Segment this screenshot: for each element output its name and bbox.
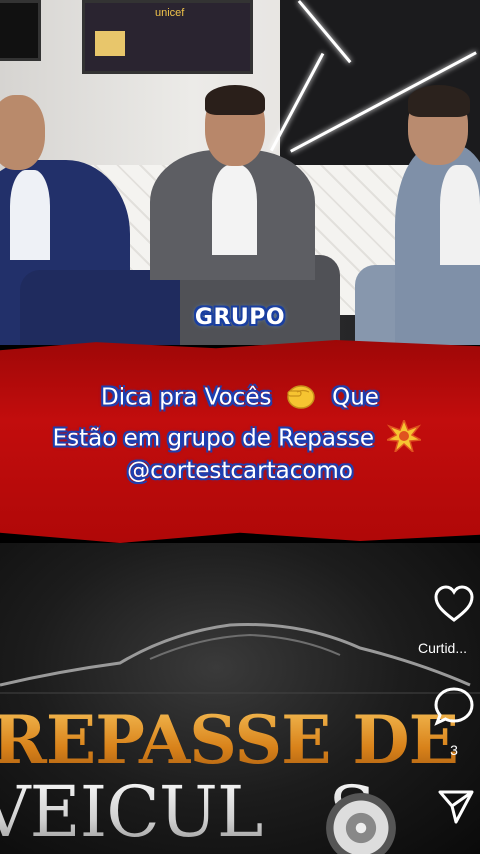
video-player[interactable]: unicef GRUPO Dica pra Vocês Que Estão em…	[0, 0, 480, 854]
send-icon	[438, 790, 474, 824]
caption-line-1: Dica pra Vocês Que	[0, 380, 480, 416]
wall-frame-unicef: unicef	[82, 0, 253, 74]
comment-count: 3	[450, 742, 458, 758]
wall-frame	[0, 0, 41, 61]
grupo-sticker: GRUPO	[194, 305, 286, 330]
pointing-hand-icon	[285, 380, 319, 416]
like-button[interactable]	[432, 583, 476, 627]
wheel-icon	[326, 793, 396, 854]
logo-line-1: REPASSE DE	[0, 701, 460, 779]
repasse-logo-background: REPASSE DE VEICULS	[0, 543, 480, 854]
person-left	[0, 95, 45, 170]
comment-button[interactable]	[432, 684, 476, 728]
share-button[interactable]	[436, 786, 476, 826]
collision-icon	[384, 417, 424, 458]
caption-line-2: Estão em grupo de Repasse	[0, 417, 480, 458]
frame-logo-text: unicef	[155, 7, 185, 19]
caption-handle: @cortestcartacomo	[127, 458, 353, 484]
car-outline-icon	[0, 623, 480, 694]
heart-icon	[434, 585, 474, 622]
comment-icon	[434, 687, 474, 726]
video-scene: unicef GRUPO	[0, 0, 480, 345]
like-label: Curtid...	[418, 640, 468, 656]
